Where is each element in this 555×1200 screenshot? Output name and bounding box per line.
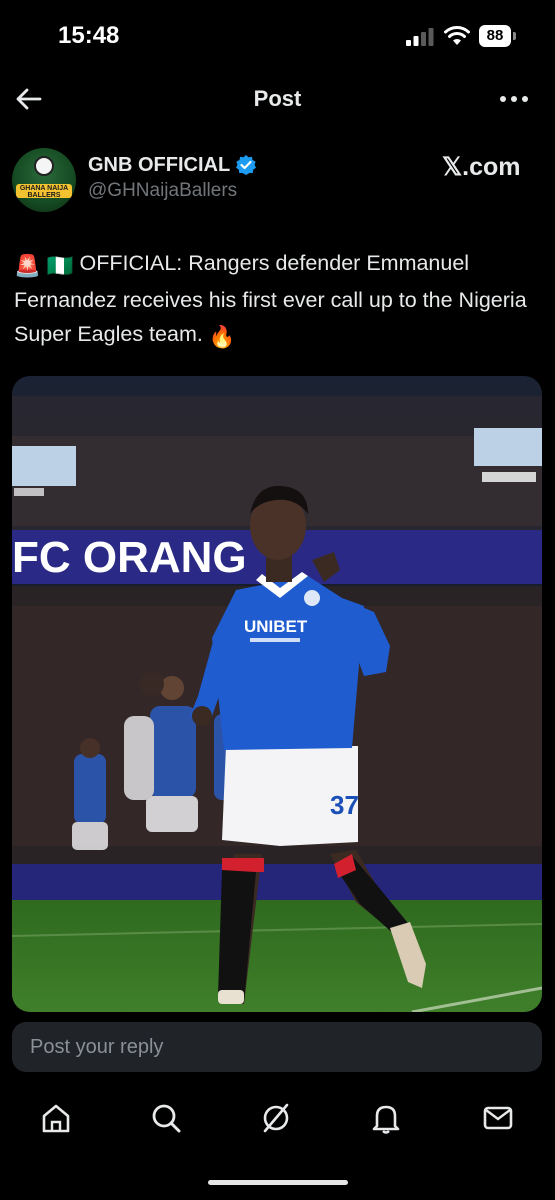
messages-icon[interactable] — [478, 1098, 518, 1138]
home-indicator — [208, 1180, 348, 1185]
post-text: 🚨 🇳🇬 OFFICIAL: Rangers defender Emmanuel… — [14, 246, 539, 354]
battery-level: 88 — [479, 25, 511, 47]
battery-icon: 88 — [479, 25, 517, 47]
post-body: OFFICIAL: Rangers defender Emmanuel Fern… — [14, 251, 527, 346]
cellular-signal-icon — [406, 28, 434, 46]
siren-emoji: 🚨 — [14, 254, 41, 278]
player-celebration-photo: FC ORANG 37 UNIBET — [12, 376, 542, 1012]
notifications-icon[interactable] — [366, 1098, 406, 1138]
author-handle[interactable]: @GHNaijaBallers — [88, 180, 237, 202]
football-logo-icon — [34, 156, 54, 176]
shirt-sponsor: UNIBET — [244, 617, 308, 636]
verified-badge-icon — [236, 155, 256, 175]
grok-icon[interactable] — [256, 1098, 296, 1138]
author-row: GHANA NAIJA BALLERS GNB OFFICIAL @GHNaij… — [0, 140, 555, 216]
reply-input[interactable]: Post your reply — [30, 1036, 163, 1059]
clock: 15:48 — [58, 22, 120, 49]
bottom-tab-bar — [0, 1090, 555, 1150]
stadium-banner-text: FC ORANG — [12, 533, 247, 582]
page-title: Post — [253, 86, 302, 111]
avatar-logo-text: GHANA NAIJA BALLERS — [19, 185, 69, 199]
search-icon[interactable] — [146, 1098, 186, 1138]
fire-emoji: 🔥 — [208, 325, 236, 349]
shorts-number: 37 — [330, 790, 359, 820]
more-options-icon[interactable] — [498, 84, 530, 114]
nigeria-flag-emoji: 🇳🇬 — [46, 254, 74, 278]
x-logo-icon: 𝕏.com — [442, 153, 521, 181]
author-name[interactable]: GNB OFFICIAL — [88, 154, 230, 177]
avatar[interactable]: GHANA NAIJA BALLERS — [12, 148, 76, 212]
reply-box[interactable]: Post your reply — [12, 1022, 542, 1072]
post-header: Post — [0, 72, 555, 126]
wifi-icon — [444, 26, 470, 45]
status-bar: 15:48 88 — [0, 0, 555, 70]
post-image[interactable]: FC ORANG 37 UNIBET — [12, 376, 542, 1012]
home-icon[interactable] — [36, 1098, 76, 1138]
